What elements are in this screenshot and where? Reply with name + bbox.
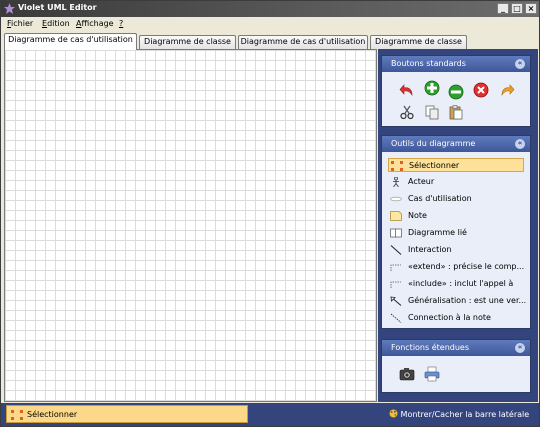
menu-bar: Fichier Edition Affichage ? [1, 17, 539, 31]
tool-label: «include» : inclut l'appel à [408, 279, 514, 288]
undo-icon[interactable] [399, 82, 415, 98]
menu-help[interactable]: ? [119, 19, 123, 28]
app-window: Violet UML Editor _ □ × Fichier Edition … [0, 0, 540, 427]
panel-title-tools: Outils du diagramme [391, 139, 476, 148]
tool-note-connection[interactable]: Connection à la note [388, 311, 524, 325]
menu-fichier[interactable]: Fichier [7, 19, 33, 28]
tab-use-case-diagram-1[interactable]: Diagramme de cas d'utilisation [4, 33, 137, 50]
linked-diagram-icon [390, 228, 402, 238]
add-icon[interactable] [424, 80, 440, 96]
tool-use-case[interactable]: Cas d'utilisation [388, 192, 524, 206]
collapse-icon[interactable]: « [515, 59, 525, 69]
diagram-tabs: Diagramme de cas d'utilisation Diagramme… [4, 33, 534, 50]
status-bar: Sélectionner Montrer/Cacher la barre lat… [1, 403, 539, 426]
tool-label: Diagramme lié [408, 228, 467, 237]
tab-class-diagram-1[interactable]: Diagramme de classe [139, 35, 236, 49]
remove-icon[interactable] [448, 84, 464, 100]
select-icon [391, 161, 403, 171]
tool-label: «extend» : précise le comp... [408, 262, 525, 271]
panel-header-extended: Fonctions étendues « [382, 340, 530, 356]
delete-icon[interactable] [473, 82, 489, 98]
tool-actor[interactable]: Acteur [388, 175, 524, 189]
close-button[interactable]: × [525, 3, 537, 14]
tool-label: Cas d'utilisation [408, 194, 472, 203]
toggle-sidebar-button[interactable]: Montrer/Cacher la barre latérale [389, 408, 529, 419]
panel-title-standard: Boutons standards [391, 59, 466, 68]
copy-icon[interactable] [424, 104, 440, 120]
select-icon [11, 410, 23, 420]
tool-label: Interaction [408, 245, 452, 254]
minimize-button[interactable]: _ [497, 3, 509, 14]
menu-edition[interactable]: Edition [42, 19, 70, 28]
paste-icon[interactable] [448, 104, 464, 120]
cut-icon[interactable] [399, 104, 415, 120]
tool-include[interactable]: «include» : inclut l'appel à [388, 277, 524, 291]
tab-class-diagram-2[interactable]: Diagramme de classe [370, 35, 467, 49]
diagram-canvas[interactable] [4, 49, 377, 402]
interaction-icon [390, 245, 402, 255]
toggle-sidebar-label: Montrer/Cacher la barre latérale [400, 410, 530, 419]
printer-icon[interactable] [424, 366, 440, 382]
redo-icon[interactable] [499, 82, 515, 98]
panel-title-extended: Fonctions étendues [391, 343, 470, 352]
window-title: Violet UML Editor [18, 3, 97, 12]
current-tool-indicator[interactable]: Sélectionner [6, 405, 248, 423]
note-icon [390, 211, 402, 221]
collapse-icon[interactable]: « [515, 343, 525, 353]
tool-label: Acteur [408, 177, 435, 186]
tool-label: Généralisation : est une ver... [408, 296, 527, 305]
palette-icon [389, 409, 398, 418]
tool-label: Connection à la note [408, 313, 491, 322]
collapse-icon[interactable]: « [515, 139, 525, 149]
standard-buttons-panel: Boutons standards « [381, 55, 531, 127]
current-tool-label: Sélectionner [27, 410, 78, 419]
tool-select[interactable]: Sélectionner [388, 158, 524, 172]
tool-note[interactable]: Note [388, 209, 524, 223]
tool-generalization[interactable]: Généralisation : est une ver... [388, 294, 527, 308]
use-case-icon [390, 196, 402, 202]
tool-interaction[interactable]: Interaction [388, 243, 524, 257]
camera-icon[interactable] [399, 366, 415, 382]
note-connection-icon [390, 313, 402, 323]
diagram-tools-panel: Outils du diagramme « Sélectionner Acteu… [381, 135, 531, 329]
violet-app-icon [4, 3, 15, 14]
title-bar: Violet UML Editor _ □ × [1, 1, 539, 17]
tool-label: Note [408, 211, 427, 220]
tab-use-case-diagram-2[interactable]: Diagramme de cas d'utilisation [238, 35, 368, 49]
panel-header-standard: Boutons standards « [382, 56, 530, 72]
tool-linked-diagram[interactable]: Diagramme lié [388, 226, 524, 240]
actor-icon [393, 177, 399, 187]
generalization-icon [390, 296, 402, 306]
include-icon [390, 281, 401, 288]
maximize-button[interactable]: □ [511, 3, 523, 14]
extend-icon [390, 264, 401, 271]
panel-header-tools: Outils du diagramme « [382, 136, 530, 152]
tool-extend[interactable]: «extend» : précise le comp... [388, 260, 524, 274]
menu-affichage[interactable]: Affichage [76, 19, 114, 28]
sidebar: Boutons standards « Outils du diagramme … [378, 49, 538, 402]
tool-label: Sélectionner [409, 161, 460, 170]
extended-functions-panel: Fonctions étendues « [381, 339, 531, 393]
